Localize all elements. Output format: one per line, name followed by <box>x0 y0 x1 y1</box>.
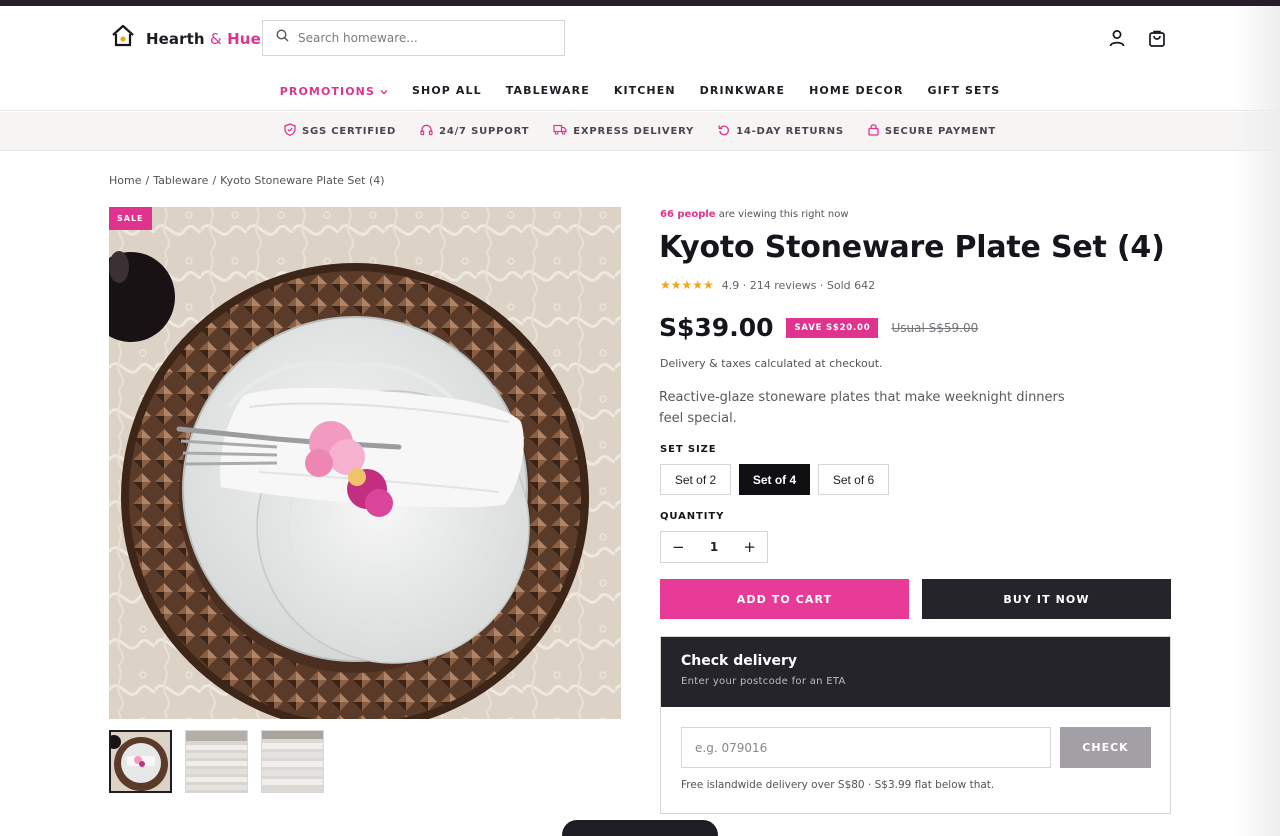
star-rating-icon: ★★★★★ <box>660 278 714 292</box>
bag-icon[interactable] <box>1147 28 1167 53</box>
check-delivery-subtitle: Enter your postcode for an ETA <box>681 676 846 687</box>
check-button[interactable]: CHECK <box>1060 727 1151 768</box>
return-icon <box>718 124 730 139</box>
delivery-note: Delivery & taxes calculated at checkout. <box>660 357 883 370</box>
trust-item-payment: SECURE PAYMENT <box>868 123 996 139</box>
quantity-stepper: − 1 + <box>660 531 768 563</box>
quantity-increase-button[interactable]: + <box>743 539 756 555</box>
quantity-value[interactable]: 1 <box>710 540 718 554</box>
product-main-image[interactable]: SALE <box>109 207 621 719</box>
shield-icon <box>284 123 296 139</box>
truck-icon <box>553 124 567 138</box>
usual-price: Usual S$59.00 <box>891 320 979 335</box>
thumbnail-image <box>111 732 170 791</box>
check-delivery-title: Check delivery <box>681 653 797 669</box>
nav-promotions[interactable]: PROMOTIONS <box>268 85 400 98</box>
breadcrumb-tableware[interactable]: Tableware <box>153 174 208 187</box>
product-photo <box>109 207 621 719</box>
nav-home-decor[interactable]: HOME DECOR <box>797 84 915 97</box>
thumbnail-2[interactable] <box>185 730 248 793</box>
nav-kitchen[interactable]: KITCHEN <box>602 84 688 97</box>
current-price: S$39.00 <box>659 313 774 342</box>
size-option-set-of-2[interactable]: Set of 2 <box>660 464 731 495</box>
thumbnail-1[interactable] <box>109 730 172 793</box>
nav-drinkware[interactable]: DRINKWARE <box>688 84 797 97</box>
rating-row: ★★★★★ 4.9 · 214 reviews · Sold 642 <box>660 278 875 292</box>
delivery-fee-note: Free islandwide delivery over S$80 · S$3… <box>681 779 995 791</box>
header-icons <box>1107 28 1167 53</box>
chevron-down-icon <box>380 85 388 98</box>
nav-shop-all[interactable]: SHOP ALL <box>400 84 494 97</box>
headset-icon <box>420 124 433 139</box>
house-icon <box>110 24 136 53</box>
breadcrumb-current: Kyoto Stoneware Plate Set (4) <box>220 174 385 187</box>
breadcrumb-home[interactable]: Home <box>109 174 141 187</box>
brand-logo[interactable]: Hearth & Hue <box>110 24 261 53</box>
site-header: Hearth & Hue PROMOTIONS SHOP ALL TABLEWA… <box>0 6 1280 111</box>
toolbar-icon <box>677 826 687 834</box>
size-option-set-of-6[interactable]: Set of 6 <box>818 464 889 495</box>
toolbar-icon <box>649 826 659 834</box>
product-description: Reactive-glaze stoneware plates that mak… <box>659 390 1065 426</box>
sale-badge: SALE <box>109 207 152 230</box>
breadcrumb-separator: / <box>145 174 150 187</box>
brand-name: Hearth & Hue <box>146 29 261 48</box>
search-input[interactable] <box>298 31 538 45</box>
quantity-decrease-button[interactable]: − <box>672 539 685 555</box>
nav-gift-sets[interactable]: GIFT SETS <box>916 84 1013 97</box>
breadcrumb-separator: / <box>212 174 217 187</box>
add-to-cart-button[interactable]: ADD TO CART <box>660 579 909 619</box>
rating-summary: 4.9 · 214 reviews · Sold 642 <box>721 278 876 292</box>
floating-toolbar[interactable] <box>562 820 718 836</box>
search-box[interactable] <box>262 20 565 56</box>
thumbnail-3[interactable] <box>261 730 324 793</box>
thumbnail-image <box>186 731 247 792</box>
breadcrumb: Home / Tableware / Kyoto Stoneware Plate… <box>109 174 385 187</box>
viewing-counter: 66 people are viewing this right now <box>660 209 849 220</box>
check-delivery-panel: Check delivery Enter your postcode for a… <box>660 636 1171 814</box>
trust-item-delivery: EXPRESS DELIVERY <box>553 124 694 138</box>
trust-item-sgs: SGS CERTIFIED <box>284 123 396 139</box>
nav-tableware[interactable]: TABLEWARE <box>494 84 602 97</box>
user-icon[interactable] <box>1107 28 1127 53</box>
buy-now-button[interactable]: BUY IT NOW <box>922 579 1171 619</box>
main-nav: PROMOTIONS SHOP ALL TABLEWARE KITCHEN DR… <box>0 84 1280 98</box>
toolbar-icon <box>593 826 603 834</box>
postcode-input[interactable] <box>681 727 1051 768</box>
search-icon <box>276 29 289 47</box>
set-size-options: Set of 2 Set of 4 Set of 6 <box>660 464 889 495</box>
lock-icon <box>868 123 879 139</box>
quantity-label: QUANTITY <box>660 511 725 522</box>
save-badge: SAVE S$20.00 <box>786 317 879 338</box>
toolbar-icon <box>621 826 631 834</box>
price-row: S$39.00 SAVE S$20.00 Usual S$59.00 <box>659 313 978 342</box>
thumbnail-image <box>262 731 323 792</box>
set-size-label: SET SIZE <box>660 444 717 455</box>
trust-item-support: 24/7 SUPPORT <box>420 124 529 139</box>
size-option-set-of-4[interactable]: Set of 4 <box>739 464 810 495</box>
check-delivery-header: Check delivery Enter your postcode for a… <box>661 637 1170 707</box>
trust-bar: SGS CERTIFIED 24/7 SUPPORT EXPRESS DELIV… <box>0 112 1280 151</box>
thumbnail-strip <box>109 730 324 793</box>
product-title: Kyoto Stoneware Plate Set (4) <box>659 230 1165 265</box>
trust-item-returns: 14-DAY RETURNS <box>718 124 844 139</box>
